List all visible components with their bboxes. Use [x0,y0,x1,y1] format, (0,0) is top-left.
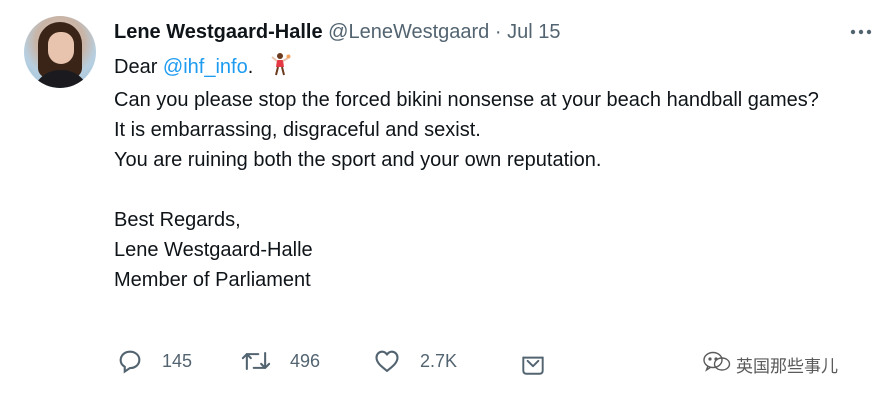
signature-name: Lene Westgaard-Halle [114,239,313,261]
retweet-icon [240,347,272,375]
greeting-line: Dear @ihf_info. [114,52,874,85]
woman-handball-emoji [269,52,291,85]
mention-link[interactable]: @ihf_info [163,56,248,78]
tweet: Lene Westgaard-Halle @LeneWestgaard · Ju… [0,0,894,403]
wechat-logo-icon [702,350,732,379]
greeting-prefix: Dear [114,56,163,78]
reply-count: 145 [162,350,193,371]
greeting-suffix: . [247,56,254,78]
tweet-header: Lene Westgaard-Halle @LeneWestgaard · Ju… [114,19,560,45]
tweet-date[interactable]: Jul 15 [507,21,560,43]
avatar[interactable] [24,16,96,88]
body-line-1: Can you please stop the forced bikini no… [114,89,819,111]
signature-title: Member of Parliament [114,269,311,291]
avatar-face [48,32,74,64]
like-count: 2.7K [420,350,458,371]
retweet-button[interactable]: 496 [240,346,320,376]
reply-button[interactable]: 145 [116,346,192,376]
author-handle[interactable]: @LeneWestgaard [328,21,489,43]
closing-line: Best Regards, [114,209,241,231]
more-horizontal-icon[interactable] [846,18,876,46]
heart-icon [372,347,402,375]
share-icon [520,349,546,377]
tweet-body: Dear @ihf_info. Can you please stop the … [114,52,874,295]
retweet-count: 496 [290,350,321,371]
share-button[interactable] [520,348,546,378]
watermark-text: 英国那些事儿 [736,357,838,377]
reply-icon [116,347,144,375]
like-button[interactable]: 2.7K [372,346,457,376]
watermark: 英国那些事儿 [702,350,838,379]
body-line-3: You are ruining both the sport and your … [114,149,602,171]
body-line-2: It is embarrassing, disgraceful and sexi… [114,119,481,141]
author-name[interactable]: Lene Westgaard-Halle [114,21,323,43]
separator-dot: · [494,21,502,43]
